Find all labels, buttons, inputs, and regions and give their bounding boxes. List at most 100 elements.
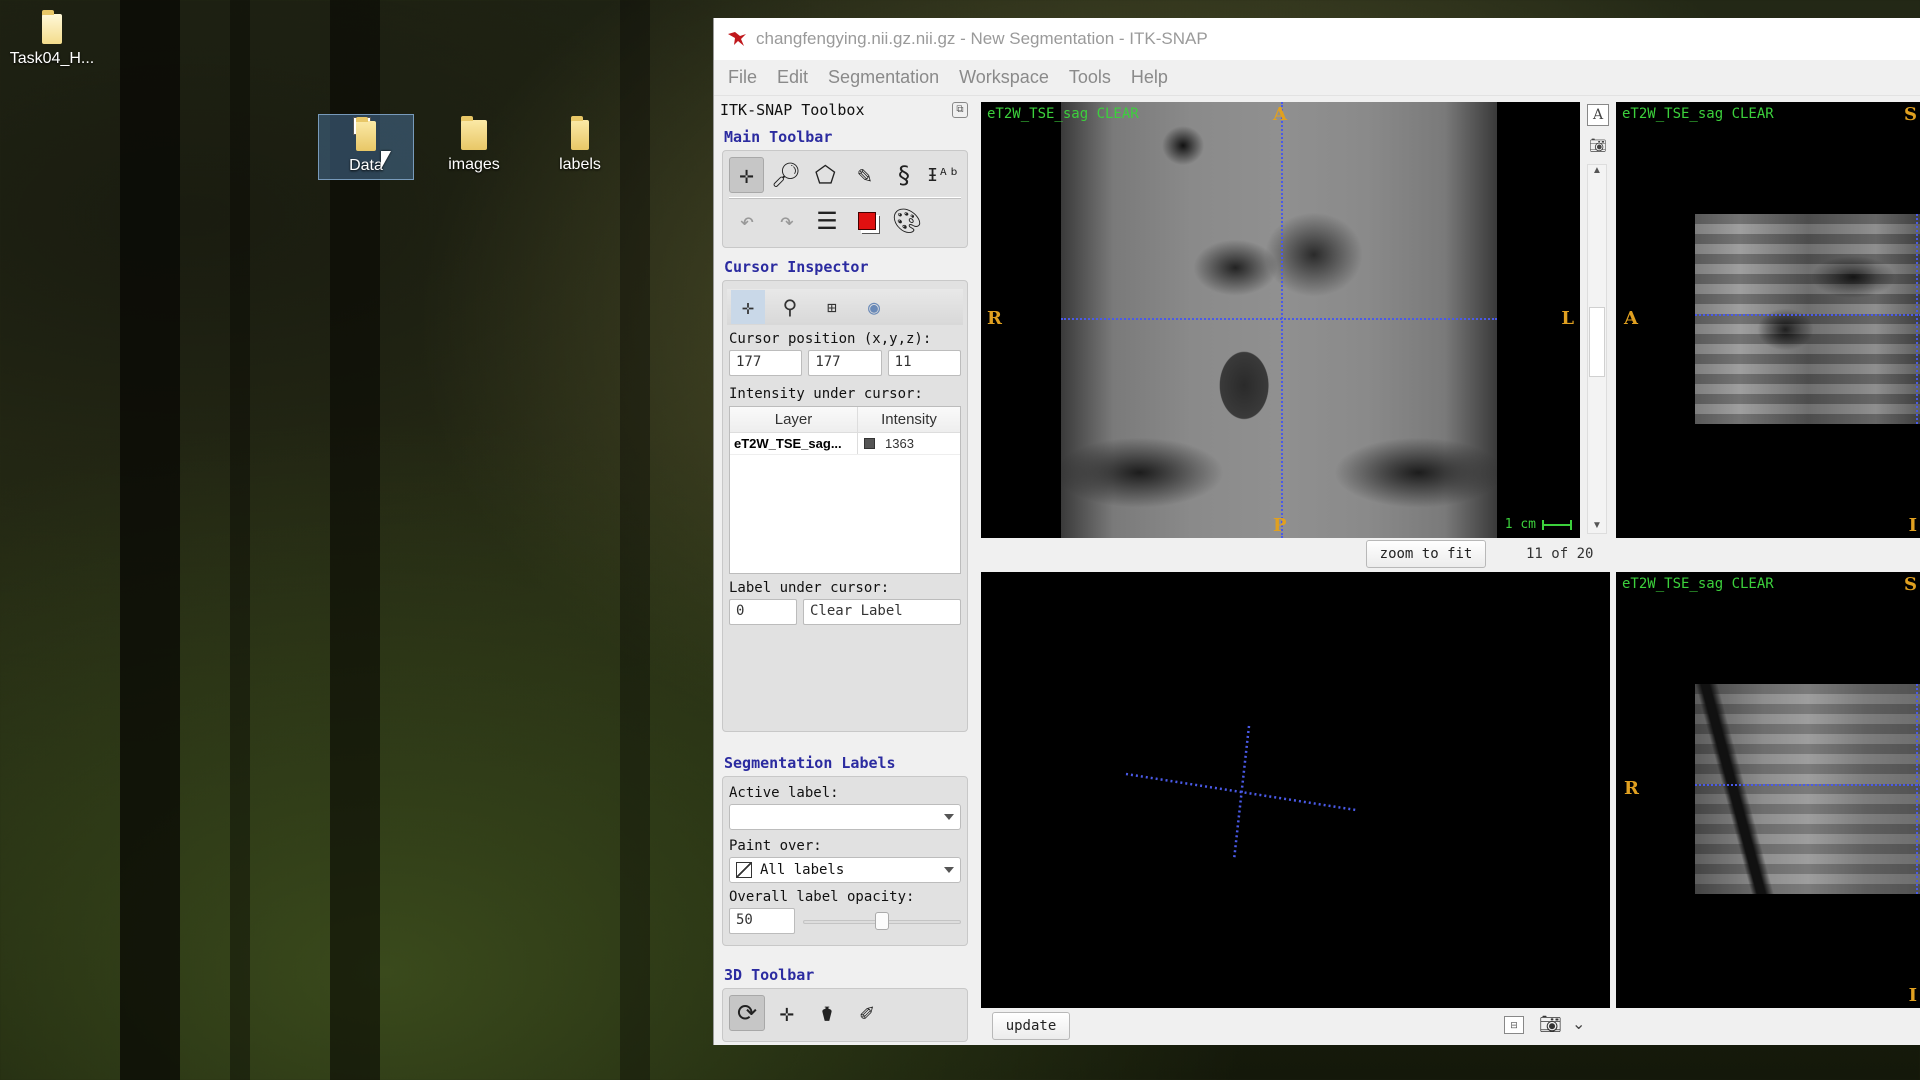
crosshair-3d-button[interactable]: ✛ bbox=[769, 995, 805, 1031]
menu-tools[interactable]: Tools bbox=[1069, 67, 1111, 88]
opacity-input[interactable]: 50 bbox=[729, 908, 795, 934]
palette-button[interactable]: 🎨︎ bbox=[889, 203, 925, 239]
cursor-x-input[interactable]: 177 bbox=[729, 350, 803, 376]
title-bar[interactable]: changfengying.nii.gz.nii.gz - New Segmen… bbox=[714, 18, 1920, 60]
layers-button[interactable]: ☰ bbox=[809, 203, 845, 239]
paintbrush-icon: ✎ bbox=[857, 161, 872, 189]
layer-name-label: eT2W_TSE_sag CLEAR bbox=[987, 106, 1139, 122]
cursor-z-input[interactable]: 11 bbox=[887, 350, 961, 376]
paint-over-select[interactable]: All labels bbox=[729, 857, 961, 883]
active-label-select[interactable] bbox=[729, 804, 961, 830]
redo-button[interactable]: ↷ bbox=[769, 203, 805, 239]
annotation-toggle-button[interactable]: A bbox=[1587, 104, 1609, 126]
coronal-viewport[interactable]: eT2W_TSE_sag CLEAR S I R bbox=[1616, 572, 1920, 1008]
desktop-icon-task04[interactable]: Task04_H... bbox=[4, 10, 100, 68]
menu-bar: File Edit Segmentation Workspace Tools H… bbox=[714, 60, 1920, 96]
label-id-field: 0 bbox=[729, 599, 797, 625]
scale-bar: 1 cm bbox=[1505, 517, 1572, 532]
scrollbar-thumb[interactable] bbox=[1589, 307, 1605, 377]
orientation-top: S bbox=[1904, 104, 1917, 125]
zoom-tool-button[interactable]: 🔍︎ bbox=[768, 157, 803, 193]
orientation-top: A bbox=[1273, 104, 1287, 125]
label-under-cursor-label: Label under cursor: bbox=[729, 580, 890, 596]
camera-icon: 📷︎ bbox=[1539, 1014, 1562, 1034]
column-header-intensity[interactable]: Intensity bbox=[858, 407, 960, 432]
table-row[interactable]: eT2W_TSE_sag... 1363 bbox=[730, 433, 960, 455]
opacity-slider[interactable] bbox=[803, 911, 961, 931]
scale-bar-icon bbox=[1542, 519, 1572, 530]
crosshair-cursor-icon: ✛ bbox=[739, 161, 754, 189]
update-button[interactable]: update bbox=[992, 1012, 1070, 1040]
folder-icon bbox=[461, 116, 487, 150]
wallpaper-tree bbox=[120, 0, 180, 1080]
3d-toolbar: ⟳ ✛ ⚱ ✐ bbox=[722, 988, 968, 1042]
desktop-icon-labels[interactable]: labels bbox=[532, 116, 628, 174]
mouse-cursor-icon bbox=[381, 151, 391, 169]
scale-label: 1 cm bbox=[1504, 517, 1536, 532]
spray-3d-button[interactable]: ⚱ bbox=[809, 995, 845, 1031]
orientation-right: L bbox=[1561, 308, 1574, 329]
snake-icon: § bbox=[896, 161, 912, 189]
crosshair-mode-button[interactable]: ✛ bbox=[731, 290, 765, 324]
orientation-bottom: I bbox=[1908, 515, 1917, 536]
snake-tool-button[interactable]: § bbox=[886, 157, 921, 193]
segmentation-labels: Active label: Paint over: All labels Ove… bbox=[722, 776, 968, 946]
opacity-label: Overall label opacity: bbox=[729, 889, 915, 905]
3d-crosshair bbox=[1125, 725, 1357, 861]
screenshot-button[interactable]: 📷︎ bbox=[1587, 134, 1609, 156]
layout-button[interactable]: ⊟ bbox=[1504, 1016, 1524, 1034]
crosshair-horizontal bbox=[1061, 318, 1497, 320]
orientation-bottom: I bbox=[1908, 985, 1917, 1006]
crosshair-cursor-icon: ✛ bbox=[741, 295, 755, 319]
scroll-up-arrow[interactable]: ▲ bbox=[1588, 165, 1606, 176]
annotation-tool-button[interactable]: Ɨᴬᵇ bbox=[926, 157, 961, 193]
scroll-down-arrow[interactable]: ▼ bbox=[1588, 520, 1606, 531]
desktop-icon-label: Data bbox=[349, 157, 383, 174]
zoom-inspect-button[interactable]: ⚲ bbox=[773, 290, 807, 324]
3d-viewport[interactable] bbox=[981, 572, 1610, 1008]
paintbrush-tool-button[interactable]: ✎ bbox=[847, 157, 882, 193]
cursor-y-input[interactable]: 177 bbox=[808, 350, 882, 376]
layer-name-cell: eT2W_TSE_sag... bbox=[730, 433, 858, 454]
undock-icon[interactable]: ⧉ bbox=[952, 102, 968, 118]
magnifier-icon: ⚲ bbox=[782, 295, 798, 319]
menu-workspace[interactable]: Workspace bbox=[959, 67, 1049, 88]
more-options-button[interactable]: ⌄ bbox=[1572, 1014, 1585, 1034]
undo-button[interactable]: ↶ bbox=[729, 203, 765, 239]
desktop-icon-images[interactable]: images bbox=[426, 116, 522, 174]
label-color-button[interactable] bbox=[849, 203, 885, 239]
menu-edit[interactable]: Edit bbox=[777, 67, 808, 88]
menu-help[interactable]: Help bbox=[1131, 67, 1168, 88]
folder-icon bbox=[571, 116, 589, 150]
rotate-3d-button[interactable]: ⟳ bbox=[729, 995, 765, 1031]
menu-segmentation[interactable]: Segmentation bbox=[828, 67, 939, 88]
main-toolbar-title: Main Toolbar bbox=[724, 128, 833, 146]
sync-button[interactable]: ◉ bbox=[857, 290, 891, 324]
3d-screenshot-button[interactable]: 📷︎ bbox=[1539, 1014, 1562, 1035]
main-toolbar: ✛ 🔍︎ ⬠ ✎ § Ɨᴬᵇ ↶ ↷ ☰ 🎨︎ bbox=[722, 150, 968, 248]
menu-file[interactable]: File bbox=[728, 67, 757, 88]
polygon-tool-button[interactable]: ⬠ bbox=[808, 157, 843, 193]
folder-icon bbox=[356, 117, 376, 151]
broadcast-icon: ◉ bbox=[867, 295, 881, 319]
slider-thumb[interactable] bbox=[875, 912, 889, 930]
crosshair-tool-button[interactable]: ✛ bbox=[729, 157, 765, 193]
column-header-layer[interactable]: Layer bbox=[730, 407, 858, 432]
viewport-side-strip: A 📷︎ ▲ ▼ bbox=[1585, 102, 1611, 538]
layout-icon: ⊟ bbox=[1510, 1020, 1518, 1030]
axial-viewport[interactable]: eT2W_TSE_sag CLEAR A P R L 1 cm bbox=[981, 102, 1580, 538]
toolbox-panel: ITK-SNAP Toolbox ⧉ Main Toolbar ✛ 🔍︎ ⬠ ✎… bbox=[718, 98, 972, 1045]
sagittal-viewport[interactable]: eT2W_TSE_sag CLEAR S I A bbox=[1616, 102, 1920, 538]
intensity-swatch-icon bbox=[864, 438, 875, 449]
grid-button[interactable]: ⊞ bbox=[815, 290, 849, 324]
layer-name-label: eT2W_TSE_sag CLEAR bbox=[1622, 576, 1774, 592]
3d-toolbar-title: 3D Toolbar bbox=[724, 966, 815, 984]
slice-scrollbar[interactable]: ▲ ▼ bbox=[1587, 164, 1607, 534]
scalpel-3d-button[interactable]: ✐ bbox=[849, 995, 885, 1031]
redo-icon: ↷ bbox=[779, 207, 795, 235]
desktop-icon-data[interactable]: ✓ Data bbox=[318, 114, 414, 180]
paint-over-label: Paint over: bbox=[729, 838, 822, 854]
palette-icon: 🎨︎ bbox=[891, 207, 923, 235]
zoom-to-fit-button[interactable]: zoom to fit bbox=[1366, 540, 1486, 568]
layers-icon: ☰ bbox=[816, 207, 838, 235]
